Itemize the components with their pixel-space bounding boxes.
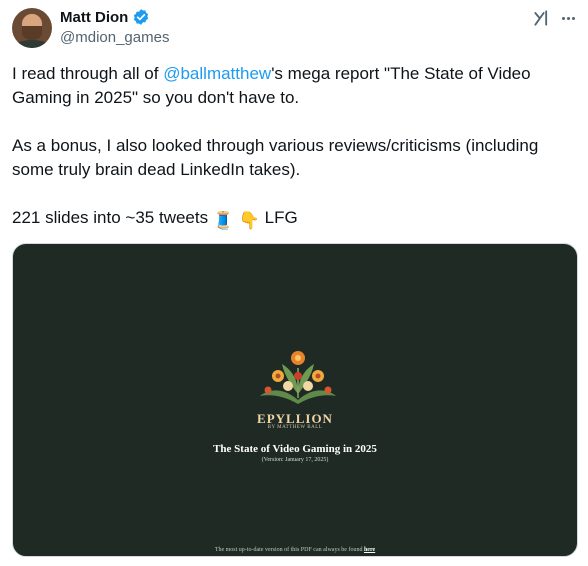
report-version: (Version: January 17, 2025): [261, 457, 329, 463]
author-display-name[interactable]: Matt Dion: [60, 9, 128, 26]
tweet-paragraph-1: I read through all of @ballmatthew's meg…: [12, 62, 576, 110]
tweet-card[interactable]: Matt Dion @mdion_games I read through al…: [0, 0, 588, 566]
pointing-down-emoji-icon: 👇: [238, 211, 260, 230]
grok-icon[interactable]: [532, 8, 552, 28]
author-name-row: Matt Dion: [60, 8, 150, 26]
tweet-paragraph-3: 221 slides into ~35 tweets 🧵 👇 LFG: [12, 206, 576, 233]
mention-link[interactable]: @ballmatthew: [163, 64, 271, 83]
media-footer-note: The most up-to-date version of this PDF …: [13, 547, 577, 553]
thread-emoji-icon: 🧵: [212, 211, 234, 230]
footer-link[interactable]: here: [364, 547, 375, 553]
tweet-p1-before: I read through all of: [12, 64, 164, 83]
floral-logo: [260, 351, 336, 404]
more-options-icon[interactable]: [556, 6, 580, 30]
report-title: The State of Video Gaming in 2025: [213, 443, 377, 455]
author-avatar[interactable]: [12, 8, 52, 48]
media-attachment[interactable]: EPYLLION By Matthew Ball The State of Vi…: [12, 243, 578, 557]
tweet-p3-end: LFG: [259, 208, 298, 227]
tweet-paragraph-2: As a bonus, I also looked through variou…: [12, 136, 539, 179]
author-handle[interactable]: @mdion_games: [60, 29, 169, 46]
footer-text: The most up-to-date version of this PDF …: [214, 547, 364, 553]
verified-badge-icon: [134, 9, 149, 25]
tweet-p3-text: 221 slides into ~35 tweets: [12, 208, 213, 227]
brand-byline: By Matthew Ball: [267, 425, 323, 430]
tweet-text: I read through all of @ballmatthew's meg…: [12, 62, 576, 233]
